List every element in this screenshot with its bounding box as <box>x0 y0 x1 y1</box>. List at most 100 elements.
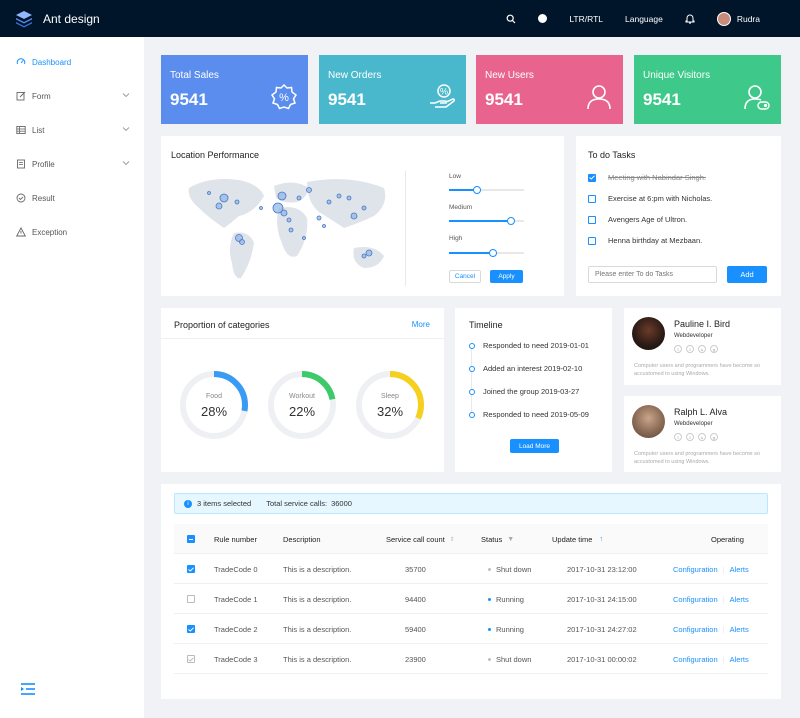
operating-cell: Configuration | Alerts <box>673 584 749 614</box>
twitter-icon[interactable]: t <box>686 433 694 441</box>
todo-item[interactable]: Avengers Age of Ultron. <box>588 215 687 224</box>
google-icon[interactable]: g <box>710 433 718 441</box>
apply-button[interactable]: Apply <box>490 270 523 283</box>
configuration-link[interactable]: Configuration <box>673 655 718 664</box>
divider <box>405 171 406 286</box>
column-status[interactable]: Status ▼ <box>481 524 514 554</box>
sidebar-item-dashboard[interactable]: Dashboard <box>0 45 144 79</box>
status-text: Shut down <box>496 564 532 574</box>
alerts-link[interactable]: Alerts <box>730 655 749 664</box>
row-checkbox[interactable] <box>187 595 195 603</box>
slider-medium-handle[interactable] <box>506 217 515 225</box>
svg-text:%: % <box>440 87 448 97</box>
row-checkbox[interactable] <box>187 625 195 633</box>
slider-label: Medium <box>449 204 473 211</box>
configuration-link[interactable]: Configuration <box>673 565 718 574</box>
status-text: Shut down <box>496 654 532 664</box>
profile-card[interactable]: Ralph L. Alva Webdeveloper ftsg Computer… <box>624 396 781 472</box>
donut-label: Food <box>206 393 222 400</box>
add-task-button[interactable]: Add <box>727 266 767 283</box>
sidebar-item-exception[interactable]: Exception <box>0 215 144 249</box>
avatar <box>632 405 665 438</box>
table-icon <box>16 125 26 135</box>
column-service-call-count[interactable]: Service call count ⇕ <box>386 524 455 554</box>
table-row[interactable]: TradeCode 3 This is a description. 23900… <box>174 644 768 674</box>
table-row[interactable]: TradeCode 0 This is a description. 35700… <box>174 554 768 584</box>
status-cell: Shut down <box>488 554 531 584</box>
alerts-link[interactable]: Alerts <box>730 625 749 634</box>
column-rule-number[interactable]: Rule number <box>214 524 257 554</box>
alerts-link[interactable]: Alerts <box>730 565 749 574</box>
profile-card[interactable]: Pauline I. Bird Webdeveloper ftsg Comput… <box>624 308 781 385</box>
todo-text: Henna birthday at Mezbaan. <box>608 236 703 245</box>
table-row[interactable]: TradeCode 1 This is a description. 94400… <box>174 584 768 614</box>
search-button[interactable] <box>506 14 516 24</box>
configuration-link[interactable]: Configuration <box>673 595 718 604</box>
more-link[interactable]: More <box>412 320 430 329</box>
alerts-link[interactable]: Alerts <box>730 595 749 604</box>
timeline-item: Responded to need 2019-01-01 <box>469 341 589 350</box>
checkbox[interactable] <box>588 194 596 203</box>
checkbox[interactable] <box>588 215 596 224</box>
cancel-button[interactable]: Cancel <box>449 270 481 283</box>
twitter-icon[interactable]: t <box>686 345 694 353</box>
row-checkbox[interactable] <box>187 655 195 663</box>
slider-medium-fill <box>449 220 511 222</box>
user-check-icon <box>743 83 771 113</box>
checkbox-checked[interactable] <box>588 173 596 182</box>
column-update-time[interactable]: Update time ↑ <box>552 524 603 554</box>
todo-card: To do Tasks Meeting with Nabindar Singh.… <box>576 136 781 296</box>
divider <box>161 338 444 339</box>
notifications-button[interactable] <box>685 13 695 24</box>
skype-icon[interactable]: s <box>698 433 706 441</box>
description-cell: This is a description. <box>283 594 352 604</box>
logo[interactable]: Ant design <box>0 9 150 29</box>
load-more-button[interactable]: Load More <box>510 439 559 453</box>
facebook-icon[interactable]: f <box>674 433 682 441</box>
user-icon <box>585 83 613 113</box>
todo-item[interactable]: Meeting with Nabindar Singh. <box>588 173 706 182</box>
todo-item[interactable]: Henna birthday at Mezbaan. <box>588 236 702 245</box>
select-all-cell <box>187 524 195 554</box>
row-checkbox[interactable] <box>187 565 195 573</box>
skype-icon[interactable]: s <box>698 345 706 353</box>
language-menu[interactable]: Language <box>625 14 663 24</box>
status-cell: Running <box>488 614 524 644</box>
rule-number-cell: TradeCode 2 <box>214 624 258 634</box>
facebook-icon[interactable]: f <box>674 345 682 353</box>
chevron-down-icon <box>122 125 130 134</box>
slider-high-handle[interactable] <box>488 249 497 257</box>
sidebar-item-label: Exception <box>32 227 68 237</box>
stat-card-new-users[interactable]: New Users 9541 <box>476 55 623 124</box>
slider-low-handle[interactable] <box>472 186 481 194</box>
checkbox[interactable] <box>588 236 596 245</box>
collapse-sidebar-button[interactable] <box>20 682 36 698</box>
sidebar-item-list[interactable]: List <box>0 113 144 147</box>
sidebar-item-result[interactable]: Result <box>0 181 144 215</box>
filter-icon[interactable]: ▼ <box>507 536 514 543</box>
donut-sleep: Sleep 32% <box>355 370 425 440</box>
profile-icon <box>16 159 26 169</box>
ltr-rtl-toggle[interactable]: LTR/RTL <box>569 14 603 24</box>
stat-card-total-sales[interactable]: Total Sales 9541 % <box>161 55 308 124</box>
configuration-link[interactable]: Configuration <box>673 625 718 634</box>
operating-cell: Configuration | Alerts <box>673 614 749 644</box>
sort-icon[interactable]: ⇕ <box>450 536 455 543</box>
theme-toggle[interactable] <box>538 14 548 23</box>
todo-item[interactable]: Exercise at 6:pm with Nicholas. <box>588 194 712 203</box>
stat-card-unique-visitors[interactable]: Unique Visitors 9541 <box>634 55 781 124</box>
card-title: To do Tasks <box>588 150 636 160</box>
world-map[interactable] <box>179 168 399 288</box>
sidebar-item-profile[interactable]: Profile <box>0 147 144 181</box>
user-menu[interactable]: Rudra <box>716 11 760 26</box>
select-all-checkbox[interactable] <box>187 535 195 543</box>
table-row[interactable]: TradeCode 2 This is a description. 59400… <box>174 614 768 644</box>
timeline-line <box>471 344 472 416</box>
google-icon[interactable]: g <box>710 345 718 353</box>
stat-card-new-orders[interactable]: New Orders 9541 % <box>319 55 466 124</box>
todo-input[interactable] <box>588 266 717 283</box>
sidebar-item-label: Result <box>32 193 55 203</box>
sort-ascending-icon[interactable]: ↑ <box>599 536 603 543</box>
sidebar-item-form[interactable]: Form <box>0 79 144 113</box>
service-call-count-cell: 35700 <box>405 564 426 574</box>
